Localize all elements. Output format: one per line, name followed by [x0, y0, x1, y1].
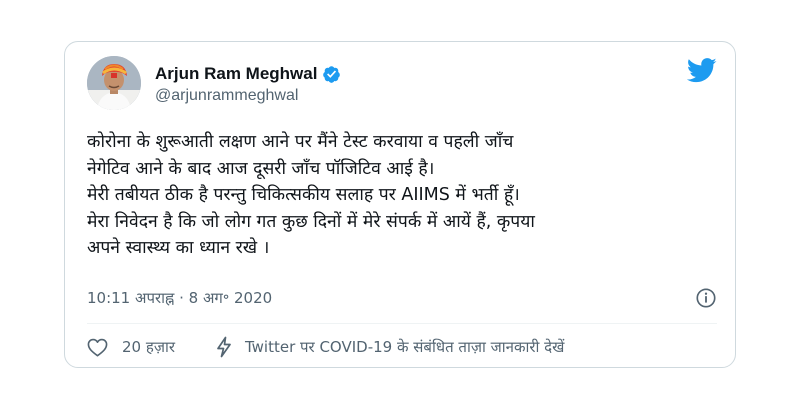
twitter-bird-icon[interactable]: [687, 58, 717, 83]
author-name[interactable]: Arjun Ram Meghwal: [155, 64, 317, 84]
like-count: 20 हज़ार: [122, 338, 175, 356]
author-handle[interactable]: @arjunrammeghwal: [155, 87, 341, 105]
tweet-line: अपने स्वास्थ्य का ध्यान रखे ।: [87, 238, 270, 258]
tweet-meta-row: 10:11 अपराह्न · 8 अग॰ 2020: [87, 286, 717, 310]
avatar-portrait: [87, 56, 141, 110]
avatar[interactable]: [87, 56, 141, 110]
info-icon[interactable]: [695, 287, 717, 309]
heart-icon: [87, 338, 108, 357]
tweet-text: कोरोना के शुरूआती लक्षण आने पर मैंने टेस…: [87, 129, 727, 262]
tweet-line: मेरी तबीयत ठीक है परन्तु चिकित्सकीय सलाह…: [87, 185, 520, 205]
tweet-line: नेगेटिव आने के बाद आज दूसरी जाँच पॉजिटिव…: [87, 158, 435, 179]
tweet-timestamp[interactable]: 10:11 अपराह्न · 8 अग॰ 2020: [87, 289, 272, 307]
tweet-line: कोरोना के शुरूआती लक्षण आने पर मैंने टेस…: [87, 132, 514, 152]
tweet-card[interactable]: Arjun Ram Meghwal @arjunrammeghwal कोरोन…: [64, 41, 736, 368]
covid-info-text: Twitter पर COVID-19 के संबंधित ताज़ा जान…: [244, 338, 565, 356]
author-name-row: Arjun Ram Meghwal: [155, 63, 341, 85]
tweet-line: मेरा निवेदन है कि जो लोग गत कुछ दिनों मे…: [87, 211, 535, 232]
divider: [87, 323, 717, 324]
tweet-actions: 20 हज़ार Twitter पर COVID-19 के संबंधित …: [87, 334, 564, 360]
like-button[interactable]: 20 हज़ार: [87, 337, 175, 357]
covid-info-link[interactable]: Twitter पर COVID-19 के संबंधित ताज़ा जान…: [215, 336, 564, 358]
verified-badge-icon: [323, 65, 341, 83]
author-block[interactable]: Arjun Ram Meghwal @arjunrammeghwal: [155, 63, 341, 105]
lightning-icon: [217, 336, 231, 358]
